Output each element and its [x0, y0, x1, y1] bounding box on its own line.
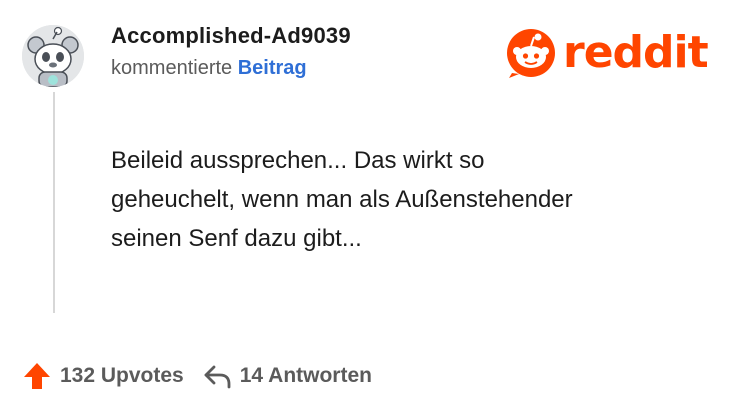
- upvote-count: 132 Upvotes: [60, 364, 184, 387]
- meta-action-text: kommentierte: [111, 57, 233, 79]
- snoo-avatar-icon: [22, 25, 84, 87]
- reply-button[interactable]: 14 Antworten: [202, 361, 372, 391]
- comment-line: Beileid aussprechen... Das wirkt so: [111, 147, 485, 174]
- reply-arrow-icon: [202, 361, 232, 391]
- username[interactable]: Accomplished-Ad9039: [111, 23, 351, 49]
- reddit-snoo-icon: [507, 29, 555, 78]
- avatar[interactable]: [22, 25, 84, 87]
- comment-body: Beileid aussprechen... Das wirkt so gehe…: [111, 141, 701, 258]
- reddit-wordmark: reddit: [563, 27, 709, 78]
- reply-count: 14 Antworten: [239, 364, 372, 387]
- upvote-button[interactable]: 132 Upvotes: [22, 361, 184, 391]
- comment-line: geheuchelt, wenn man als Außenstehender: [111, 186, 573, 213]
- upvote-arrow-icon: [22, 361, 52, 391]
- post-link[interactable]: Beitrag: [238, 57, 307, 79]
- reddit-logo[interactable]: reddit: [505, 25, 709, 81]
- comment-line: seinen Senf dazu gibt...: [111, 225, 362, 252]
- comment-meta: kommentierte Beitrag: [111, 57, 307, 80]
- comment-actions: 132 Upvotes 14 Antworten: [22, 358, 372, 394]
- thread-line: [53, 92, 55, 313]
